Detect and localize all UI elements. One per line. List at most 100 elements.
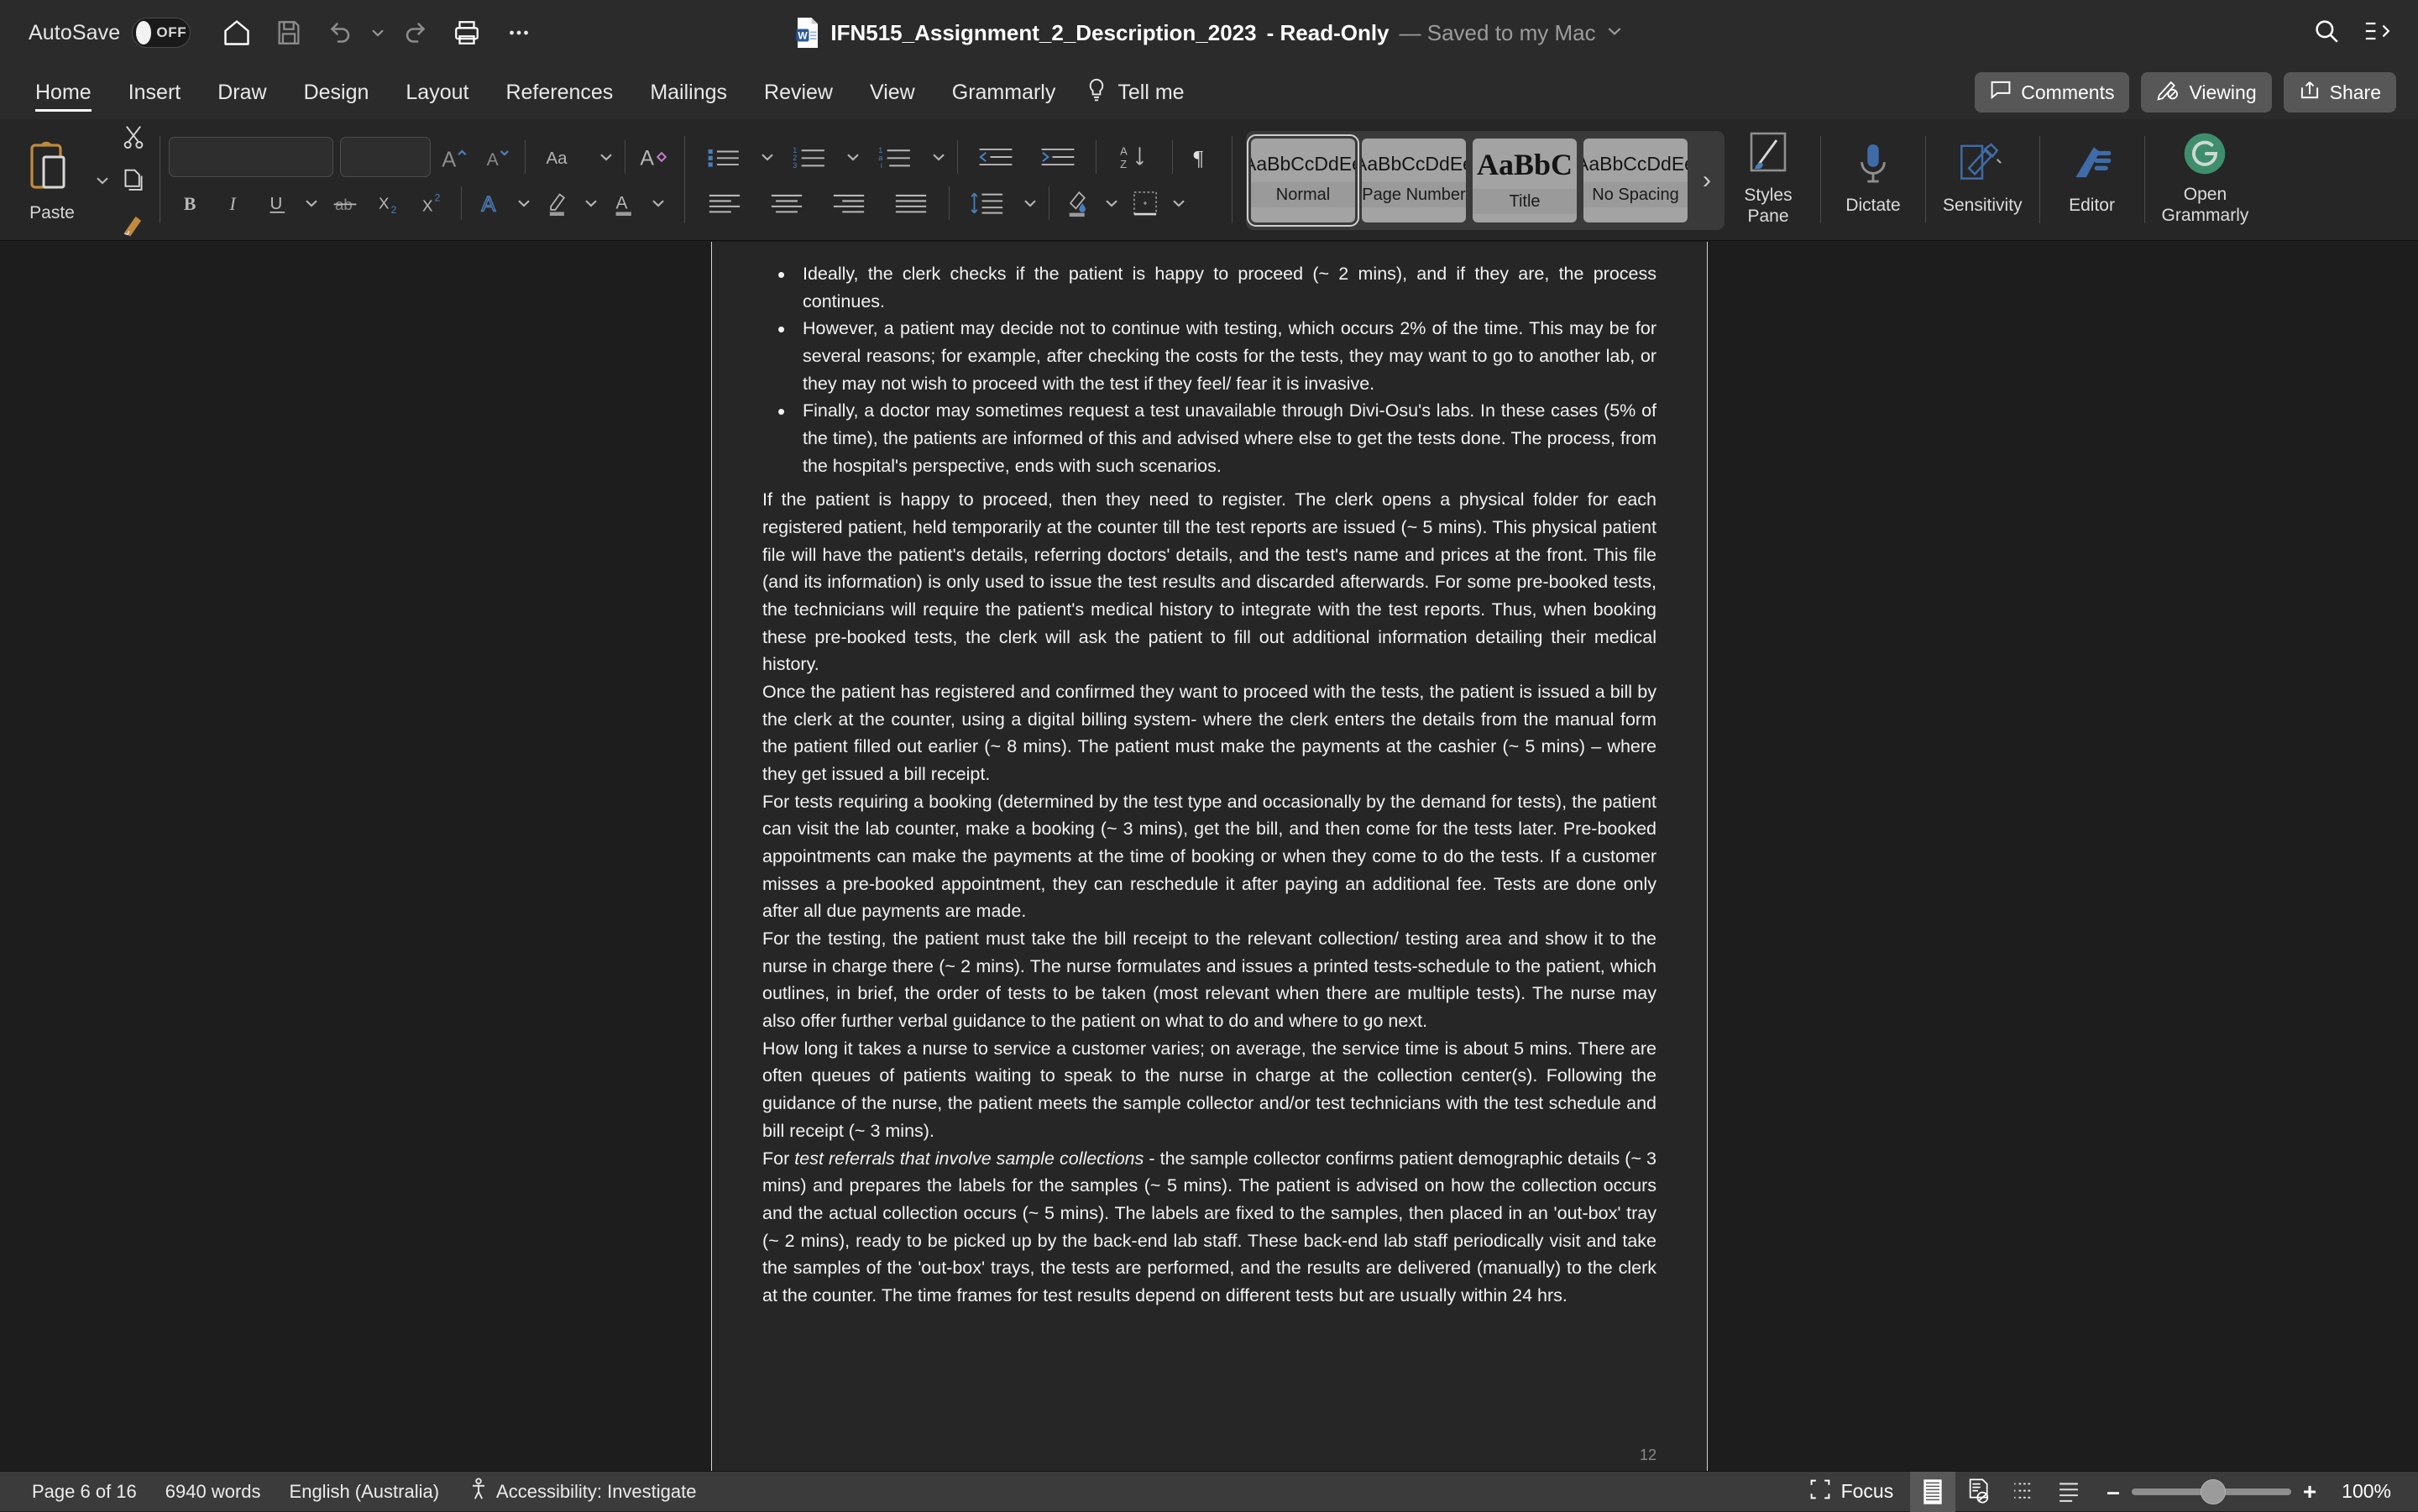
search-icon[interactable] [2312, 17, 2341, 50]
justify-icon[interactable] [880, 183, 942, 223]
accessibility-status[interactable]: Accessibility: Investigate [468, 1478, 696, 1506]
clear-formatting-icon[interactable]: A [632, 137, 676, 177]
text-effects-icon[interactable]: A [468, 183, 512, 223]
style-card-page-number[interactable]: AaBbCcDdEe Page Number [1362, 139, 1466, 222]
change-case-chevron-down-icon[interactable] [594, 137, 618, 177]
show-formatting-marks-icon[interactable]: ¶ [1180, 137, 1223, 177]
align-left-icon[interactable] [693, 183, 756, 223]
bullet-list-icon[interactable] [693, 137, 756, 177]
italic-button[interactable]: I [212, 183, 256, 223]
numbered-list-icon[interactable]: 123 [779, 137, 841, 177]
print-icon[interactable] [441, 9, 493, 56]
paste-chevron-down-icon[interactable] [91, 160, 114, 201]
borders-chevron-down-icon[interactable] [1167, 183, 1191, 223]
sort-icon[interactable]: AZ [1103, 137, 1165, 177]
multilevel-list-icon[interactable]: 1ai [865, 137, 927, 177]
sensitivity-button[interactable]: Sensitivity [1934, 119, 2031, 237]
word-count[interactable]: 6940 words [165, 1481, 261, 1503]
underline-chevron-down-icon[interactable] [300, 183, 323, 223]
ribbon-display-options-icon[interactable] [2363, 18, 2393, 48]
format-painter-icon[interactable] [116, 204, 151, 244]
highlight-color-chevron-down-icon[interactable] [579, 183, 603, 223]
styles-pane-button[interactable]: StylesPane [1725, 119, 1812, 237]
highlight-color-icon[interactable] [536, 183, 579, 223]
paste-button[interactable]: Paste [13, 137, 91, 223]
cut-scissors-icon[interactable] [116, 117, 151, 157]
outline-view-button[interactable] [2001, 1472, 2046, 1512]
shading-icon[interactable] [1056, 183, 1100, 223]
comments-button[interactable]: Comments [1975, 72, 2129, 112]
tab-layout[interactable]: Layout [387, 65, 487, 119]
shrink-font-icon[interactable]: A [474, 137, 518, 177]
superscript-button[interactable]: X2 [411, 183, 454, 223]
subscript-button[interactable]: X2 [367, 183, 411, 223]
increase-indent-icon[interactable] [1027, 137, 1089, 177]
document-canvas[interactable]: Ideally, the clerk checks if the patient… [0, 242, 2418, 1471]
draft-view-button[interactable] [2046, 1472, 2091, 1512]
tab-draw[interactable]: Draw [199, 65, 285, 119]
copy-icon[interactable] [116, 160, 151, 201]
font-size-input[interactable] [340, 137, 431, 177]
tab-mailings[interactable]: Mailings [631, 65, 746, 119]
style-card-no-spacing[interactable]: AaBbCcDdEe No Spacing [1583, 139, 1688, 222]
editor-button[interactable]: Editor [2049, 119, 2136, 237]
home-icon[interactable] [211, 9, 263, 56]
font-name-input[interactable] [169, 137, 333, 177]
tab-home[interactable]: Home [17, 65, 110, 119]
zoom-slider-track[interactable] [2132, 1488, 2291, 1495]
grow-font-icon[interactable]: A [431, 137, 474, 177]
styles-gallery-next-icon[interactable]: › [1694, 166, 1719, 195]
viewing-mode-button[interactable]: Viewing [2141, 72, 2271, 112]
tab-grammarly[interactable]: Grammarly [934, 65, 1075, 119]
zoom-out-button[interactable]: – [2107, 1480, 2120, 1504]
save-icon[interactable] [263, 9, 315, 56]
undo-icon[interactable] [315, 9, 367, 56]
zoom-slider-thumb[interactable] [2201, 1479, 2226, 1504]
document-body[interactable]: Ideally, the clerk checks if the patient… [762, 260, 1656, 1310]
align-center-icon[interactable] [756, 183, 818, 223]
tab-design[interactable]: Design [285, 65, 388, 119]
document-page[interactable]: Ideally, the clerk checks if the patient… [711, 242, 1708, 1471]
multilevel-list-chevron-down-icon[interactable] [927, 137, 950, 177]
page-indicator[interactable]: Page 6 of 16 [32, 1481, 137, 1503]
more-options-icon[interactable] [493, 9, 545, 56]
style-card-normal[interactable]: AaBbCcDdEe Normal [1251, 139, 1355, 222]
dictate-button[interactable]: Dictate [1829, 119, 1917, 237]
bold-button[interactable]: B [169, 183, 212, 223]
undo-chevron-down-icon[interactable] [367, 25, 389, 40]
save-status-chevron-down-icon[interactable] [1606, 23, 1623, 44]
zoom-in-button[interactable]: + [2303, 1480, 2316, 1504]
bullet-list-chevron-down-icon[interactable] [756, 137, 779, 177]
style-preview: AaBbCcDdEe [1362, 153, 1466, 175]
align-right-icon[interactable] [818, 183, 880, 223]
style-card-title[interactable]: AaBbC Title [1473, 139, 1577, 222]
print-layout-view-button[interactable] [1910, 1472, 1955, 1512]
numbered-list-chevron-down-icon[interactable] [841, 137, 865, 177]
borders-icon[interactable] [1123, 183, 1167, 223]
tab-review[interactable]: Review [746, 65, 851, 119]
decrease-indent-icon[interactable] [965, 137, 1027, 177]
shading-chevron-down-icon[interactable] [1100, 183, 1123, 223]
autosave-toggle[interactable]: OFF [132, 18, 191, 48]
underline-button[interactable]: U [256, 183, 300, 223]
tab-insert[interactable]: Insert [110, 65, 200, 119]
change-case-icon[interactable]: Aa [532, 137, 594, 177]
open-grammarly-button[interactable]: OpenGrammarly [2154, 119, 2258, 237]
line-spacing-icon[interactable] [956, 183, 1018, 223]
line-spacing-chevron-down-icon[interactable] [1018, 183, 1042, 223]
zoom-control[interactable]: – + 100% [2107, 1480, 2391, 1504]
font-color-icon[interactable]: A [603, 183, 646, 223]
zoom-level-label[interactable]: 100% [2342, 1480, 2391, 1503]
tell-me-button[interactable]: Tell me [1074, 77, 1184, 108]
text-effects-chevron-down-icon[interactable] [512, 183, 536, 223]
strikethrough-button[interactable]: ab [323, 183, 367, 223]
font-color-chevron-down-icon[interactable] [646, 183, 670, 223]
share-button[interactable]: Share [2284, 72, 2396, 112]
tab-view[interactable]: View [851, 65, 934, 119]
redo-icon[interactable] [389, 9, 441, 56]
focus-button[interactable]: Focus [1809, 1478, 1894, 1505]
language-indicator[interactable]: English (Australia) [290, 1481, 440, 1503]
document-title[interactable]: IFN515_Assignment_2_Description_2023 [830, 20, 1256, 46]
tab-references[interactable]: References [487, 65, 631, 119]
web-layout-view-button[interactable] [1955, 1472, 2001, 1512]
